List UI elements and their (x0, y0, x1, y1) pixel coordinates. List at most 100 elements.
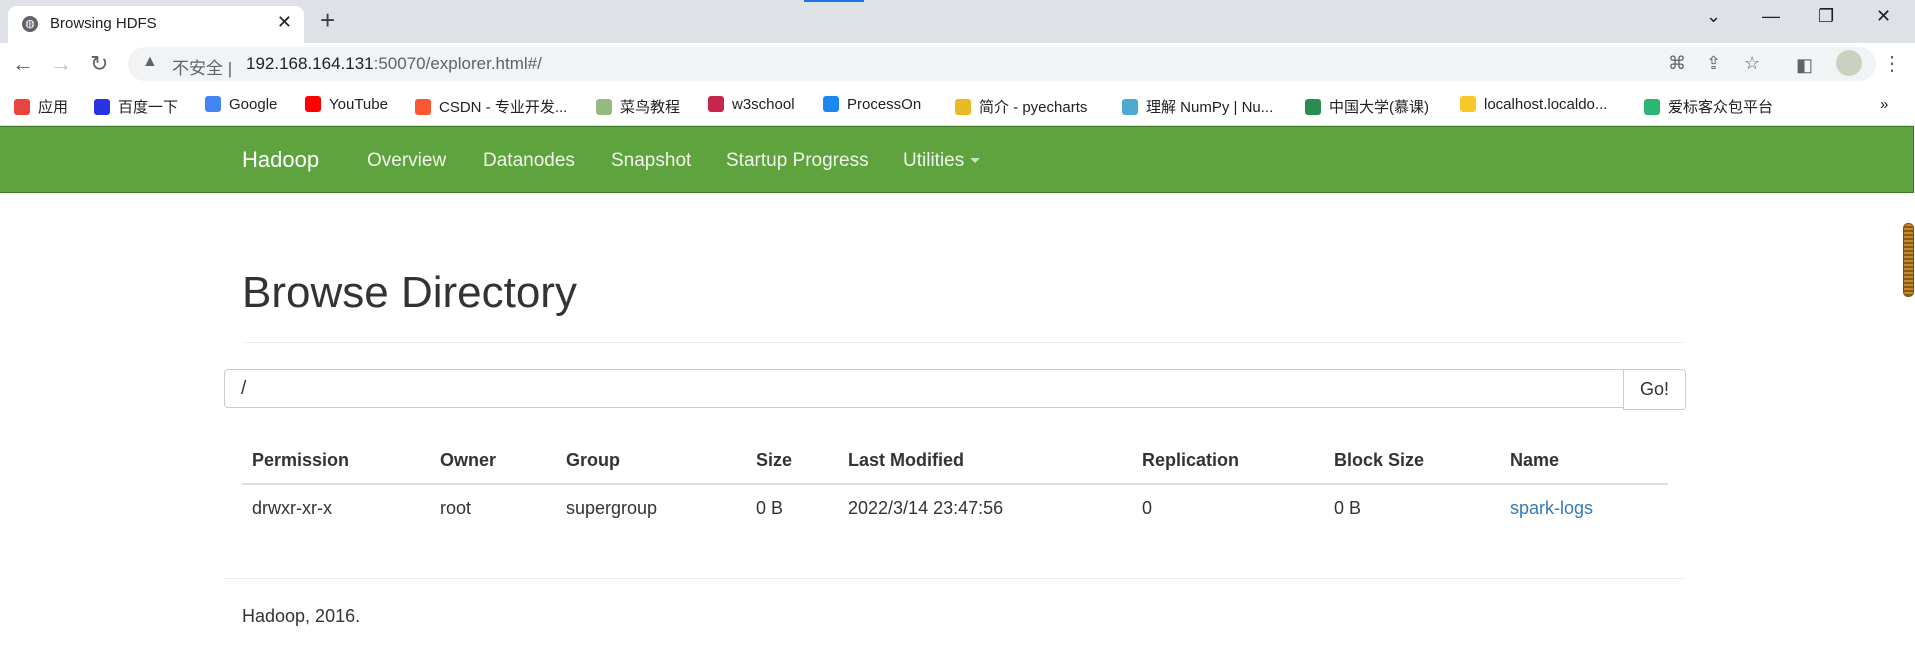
share-icon[interactable]: ⇪ (1706, 53, 1721, 74)
bookmark-star-icon[interactable]: ☆ (1744, 53, 1760, 74)
google-g-icon (205, 96, 221, 112)
bookmarks-bar: » 应用 百度一下 Google YouTube CSDN - 专业开发... 菜鸟教程 w… (0, 87, 1915, 126)
bookmark-label: 应用 (38, 99, 69, 116)
bookmark-item[interactable]: 菜鸟教程 (596, 96, 680, 117)
bookmark-item[interactable]: 应用 (14, 96, 68, 117)
runoob-icon (596, 99, 612, 115)
warning-triangle-icon[interactable]: ▲ (142, 53, 158, 71)
bookmark-label: 菜鸟教程 (620, 99, 681, 116)
new-tab-button[interactable]: + (320, 6, 335, 34)
cell-replication: 0 (1142, 497, 1153, 518)
hadoop-navbar: Hadoop Overview Datanodes Snapshot Start… (0, 126, 1914, 193)
nav-utilities-label: Utilities (903, 150, 965, 171)
col-group[interactable]: Group (556, 437, 746, 485)
title-divider (242, 342, 1685, 343)
col-owner[interactable]: Owner (430, 437, 556, 485)
window-close-icon[interactable]: ✕ (1876, 6, 1891, 27)
bookmark-label: CSDN - 专业开发... (439, 99, 568, 116)
url-text[interactable]: 192.168.164.131:50070/explorer.html#/ (246, 54, 542, 74)
restore-icon[interactable]: ❐ (1818, 6, 1834, 27)
tab-search-chevron-icon[interactable]: ⌄ (1706, 6, 1721, 27)
cell-block-size: 0 B (1334, 497, 1362, 518)
col-block-size[interactable]: Block Size (1324, 437, 1500, 485)
nav-overview[interactable]: Overview (367, 150, 446, 172)
menu-kebab-icon[interactable]: ⋮ (1882, 51, 1902, 77)
bookmark-label: 爱标客众包平台 (1668, 99, 1774, 116)
navbar-brand[interactable]: Hadoop (242, 147, 319, 173)
directory-table: Permission Owner Group Size Last Modifie… (242, 437, 1668, 531)
back-arrow-icon[interactable]: ← (12, 51, 34, 77)
footer-divider (224, 578, 1686, 579)
url-host: 192.168.164.131 (246, 54, 374, 73)
bookmark-item[interactable]: 爱标客众包平台 (1644, 96, 1773, 117)
browser-tabstrip: ◍ Browsing HDFS ✕ + ⌄ — ❐ ✕ (0, 0, 1915, 43)
bookmark-item[interactable]: 简介 - pyecharts (955, 96, 1087, 117)
browser-toolbar: ← → ↻ ▲ 不安全 | 192.168.164.131:50070/expl… (0, 43, 1915, 87)
col-name[interactable]: Name (1500, 437, 1668, 485)
bookmark-item[interactable]: 理解 NumPy | Nu... (1122, 96, 1273, 117)
minimize-icon[interactable]: — (1762, 6, 1780, 27)
col-size[interactable]: Size (746, 437, 838, 485)
bookmark-item[interactable]: 中国大学(慕课) (1305, 96, 1429, 117)
nav-utilities-dropdown[interactable]: Utilities (903, 150, 981, 172)
tabstrip-accent (804, 0, 864, 2)
table-row: drwxr-xr-x root supergroup 0 B 2022/3/14… (242, 484, 1668, 531)
bookmark-item[interactable]: localhost.localdo... (1460, 96, 1607, 113)
reload-icon[interactable]: ↻ (90, 51, 108, 77)
footer-text: Hadoop, 2016. (242, 606, 361, 626)
numpy-icon (1122, 99, 1138, 115)
cell-size: 0 B (756, 497, 784, 518)
translate-icon[interactable]: ⌘ (1668, 53, 1686, 74)
address-bar[interactable]: ▲ 不安全 | 192.168.164.131:50070/explorer.h… (128, 47, 1876, 81)
cell-name: spark-logs (1500, 484, 1668, 531)
go-button[interactable]: Go! (1623, 369, 1686, 410)
bookmark-label: Google (229, 96, 278, 113)
bookmark-item[interactable]: ProcessOn (823, 96, 921, 113)
side-panel-icon[interactable]: ◧ (1796, 52, 1813, 78)
aibiaoke-icon (1644, 99, 1660, 115)
insecure-label: 不安全 | (172, 59, 233, 78)
bookmark-item[interactable]: 百度一下 (94, 96, 178, 117)
apps-grid-icon (14, 99, 30, 115)
bookmark-item[interactable]: Google (205, 96, 277, 113)
globe-icon: ◍ (22, 16, 38, 32)
nav-startup-progress[interactable]: Startup Progress (726, 150, 869, 172)
bookmark-item[interactable]: CSDN - 专业开发... (415, 96, 567, 117)
bookmark-label: 简介 - pyecharts (979, 99, 1088, 116)
bookmark-label: localhost.localdo... (1484, 96, 1608, 113)
cell-last-modified: 2022/3/14 23:47:56 (848, 497, 1004, 518)
bookmark-label: YouTube (329, 96, 388, 113)
bookmark-item[interactable]: YouTube (305, 96, 388, 113)
bookmark-item[interactable]: w3school (708, 96, 795, 113)
mooc-book-icon (1305, 99, 1321, 115)
bookmarks-overflow-icon[interactable]: » (1880, 96, 1888, 113)
bookmark-label: 中国大学(慕课) (1329, 99, 1429, 116)
pyecharts-icon (955, 99, 971, 115)
bookmark-label: 理解 NumPy | Nu... (1146, 99, 1274, 116)
nav-datanodes[interactable]: Datanodes (483, 150, 575, 172)
col-permission[interactable]: Permission (242, 437, 430, 485)
forward-arrow-icon[interactable]: → (50, 51, 72, 77)
col-replication[interactable]: Replication (1132, 437, 1324, 485)
bookmark-label: ProcessOn (847, 96, 922, 113)
page-title: Browse Directory (242, 268, 577, 317)
w3school-icon (708, 96, 724, 112)
file-link-spark-logs[interactable]: spark-logs (1510, 498, 1593, 518)
col-last-modified[interactable]: Last Modified (838, 437, 1132, 485)
youtube-play-icon (305, 96, 321, 112)
csdn-c-icon (415, 99, 431, 115)
browser-tab[interactable]: ◍ Browsing HDFS ✕ (8, 6, 304, 43)
page-scrollbar-thumb[interactable] (1903, 223, 1914, 297)
cell-group: supergroup (566, 497, 658, 518)
close-tab-icon[interactable]: ✕ (277, 12, 292, 33)
bookmark-label: 百度一下 (118, 99, 179, 116)
table-header-row: Permission Owner Group Size Last Modifie… (242, 437, 1668, 485)
directory-path-input[interactable] (224, 369, 1624, 408)
cell-owner: root (440, 497, 472, 518)
processon-icon (823, 96, 839, 112)
profile-avatar[interactable] (1836, 50, 1862, 76)
url-path: :50070/explorer.html#/ (373, 54, 542, 73)
caret-down-icon (970, 158, 981, 163)
nav-snapshot[interactable]: Snapshot (611, 150, 691, 172)
tab-title: Browsing HDFS (50, 15, 157, 32)
